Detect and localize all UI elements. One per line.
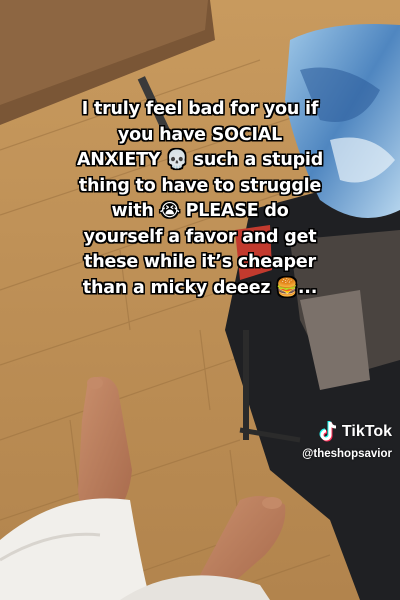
watermark-brand-name: TikTok (341, 423, 392, 440)
tiktok-watermark: TikTok @theshopsavior (280, 421, 392, 460)
tiktok-logo-icon (319, 421, 336, 442)
caption-line: thing to have to struggle (78, 175, 322, 196)
watermark-handle: @theshopsavior (302, 448, 392, 460)
caption-line: ANXIETY 💀 such a stupid (76, 150, 324, 170)
caption-line: you have SOCIAL (117, 124, 283, 145)
caption-line: with 😭 PLEASE do (111, 201, 289, 221)
caption-line: yourself a favor and get (83, 226, 317, 247)
caption-line: than a micky deeez 🍔... (82, 277, 318, 298)
caption-line: I truly feel bad for you if (81, 99, 319, 119)
watermark-brand: TikTok (280, 421, 392, 443)
caption-text: I truly feel bad for you if you have SOC… (40, 97, 360, 301)
caption-line: these while it’s cheaper (84, 252, 316, 272)
